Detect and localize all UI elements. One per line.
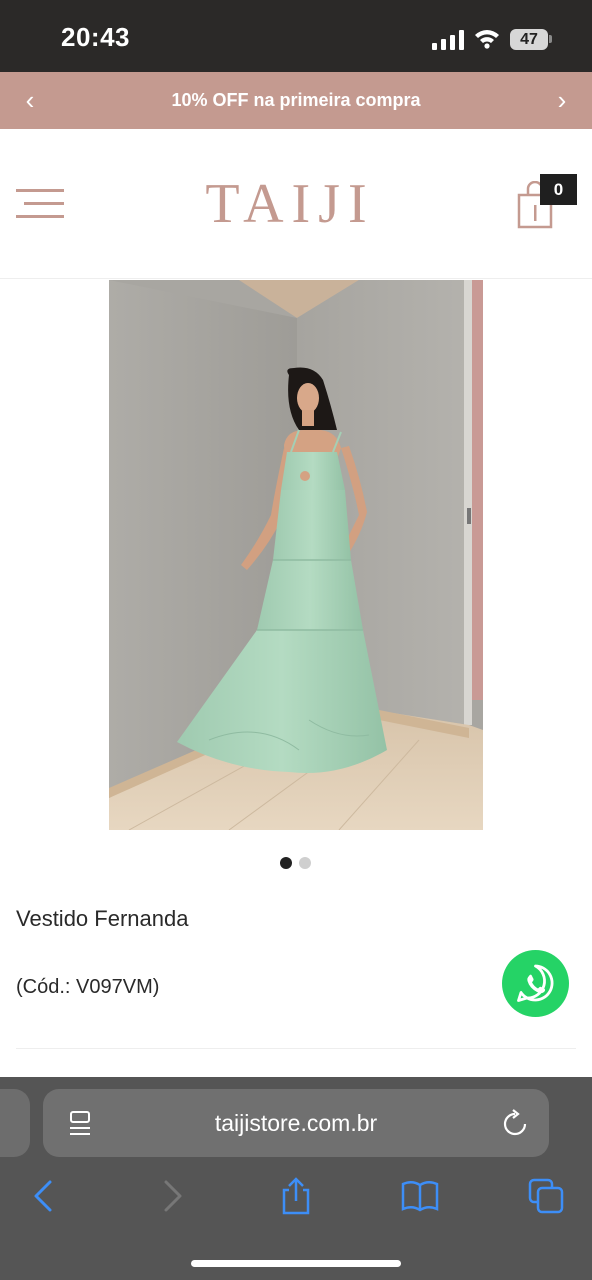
- previous-tab-edge[interactable]: [0, 1089, 30, 1157]
- battery-icon: 47: [510, 29, 548, 50]
- share-icon[interactable]: [276, 1176, 316, 1216]
- product-name: Vestido Fernanda: [16, 906, 189, 931]
- tabs-icon[interactable]: [526, 1176, 566, 1216]
- whatsapp-icon: [517, 964, 554, 1002]
- whatsapp-button[interactable]: [502, 950, 569, 1017]
- battery-tip: [549, 35, 552, 43]
- status-bar: 20:43 47: [0, 0, 592, 72]
- promo-next-button[interactable]: ›: [542, 72, 582, 129]
- menu-icon[interactable]: [16, 187, 64, 221]
- reload-icon[interactable]: [502, 1109, 528, 1137]
- carousel-dot-1[interactable]: [280, 857, 292, 869]
- section-divider: [16, 1048, 576, 1049]
- battery-level: 47: [520, 31, 538, 48]
- promo-banner: ‹ 10% OFF na primeira compra ›: [0, 72, 592, 129]
- status-time: 20:43: [61, 22, 130, 52]
- store-logo[interactable]: TAIJI: [180, 169, 400, 239]
- image-carousel-dots: [280, 857, 314, 869]
- site-header: TAIJI 0: [0, 129, 592, 279]
- home-indicator: [191, 1260, 401, 1267]
- address-bar[interactable]: taijistore.com.br: [43, 1089, 549, 1157]
- cart-count-badge[interactable]: 0: [540, 174, 577, 205]
- signal-icon: [432, 30, 464, 50]
- promo-text: 10% OFF na primeira compra: [171, 90, 421, 110]
- product-photo[interactable]: [109, 280, 483, 830]
- carousel-dot-2[interactable]: [299, 857, 311, 869]
- back-icon[interactable]: [24, 1176, 64, 1216]
- product-code: (Cód.: V097VM): [16, 976, 160, 998]
- reader-icon[interactable]: [68, 1110, 94, 1138]
- product-photo-illustration: [109, 280, 483, 830]
- bookmarks-icon[interactable]: [400, 1176, 440, 1216]
- url-text[interactable]: taijistore.com.br: [43, 1089, 549, 1157]
- forward-icon[interactable]: [152, 1176, 192, 1216]
- wifi-icon: [475, 30, 499, 49]
